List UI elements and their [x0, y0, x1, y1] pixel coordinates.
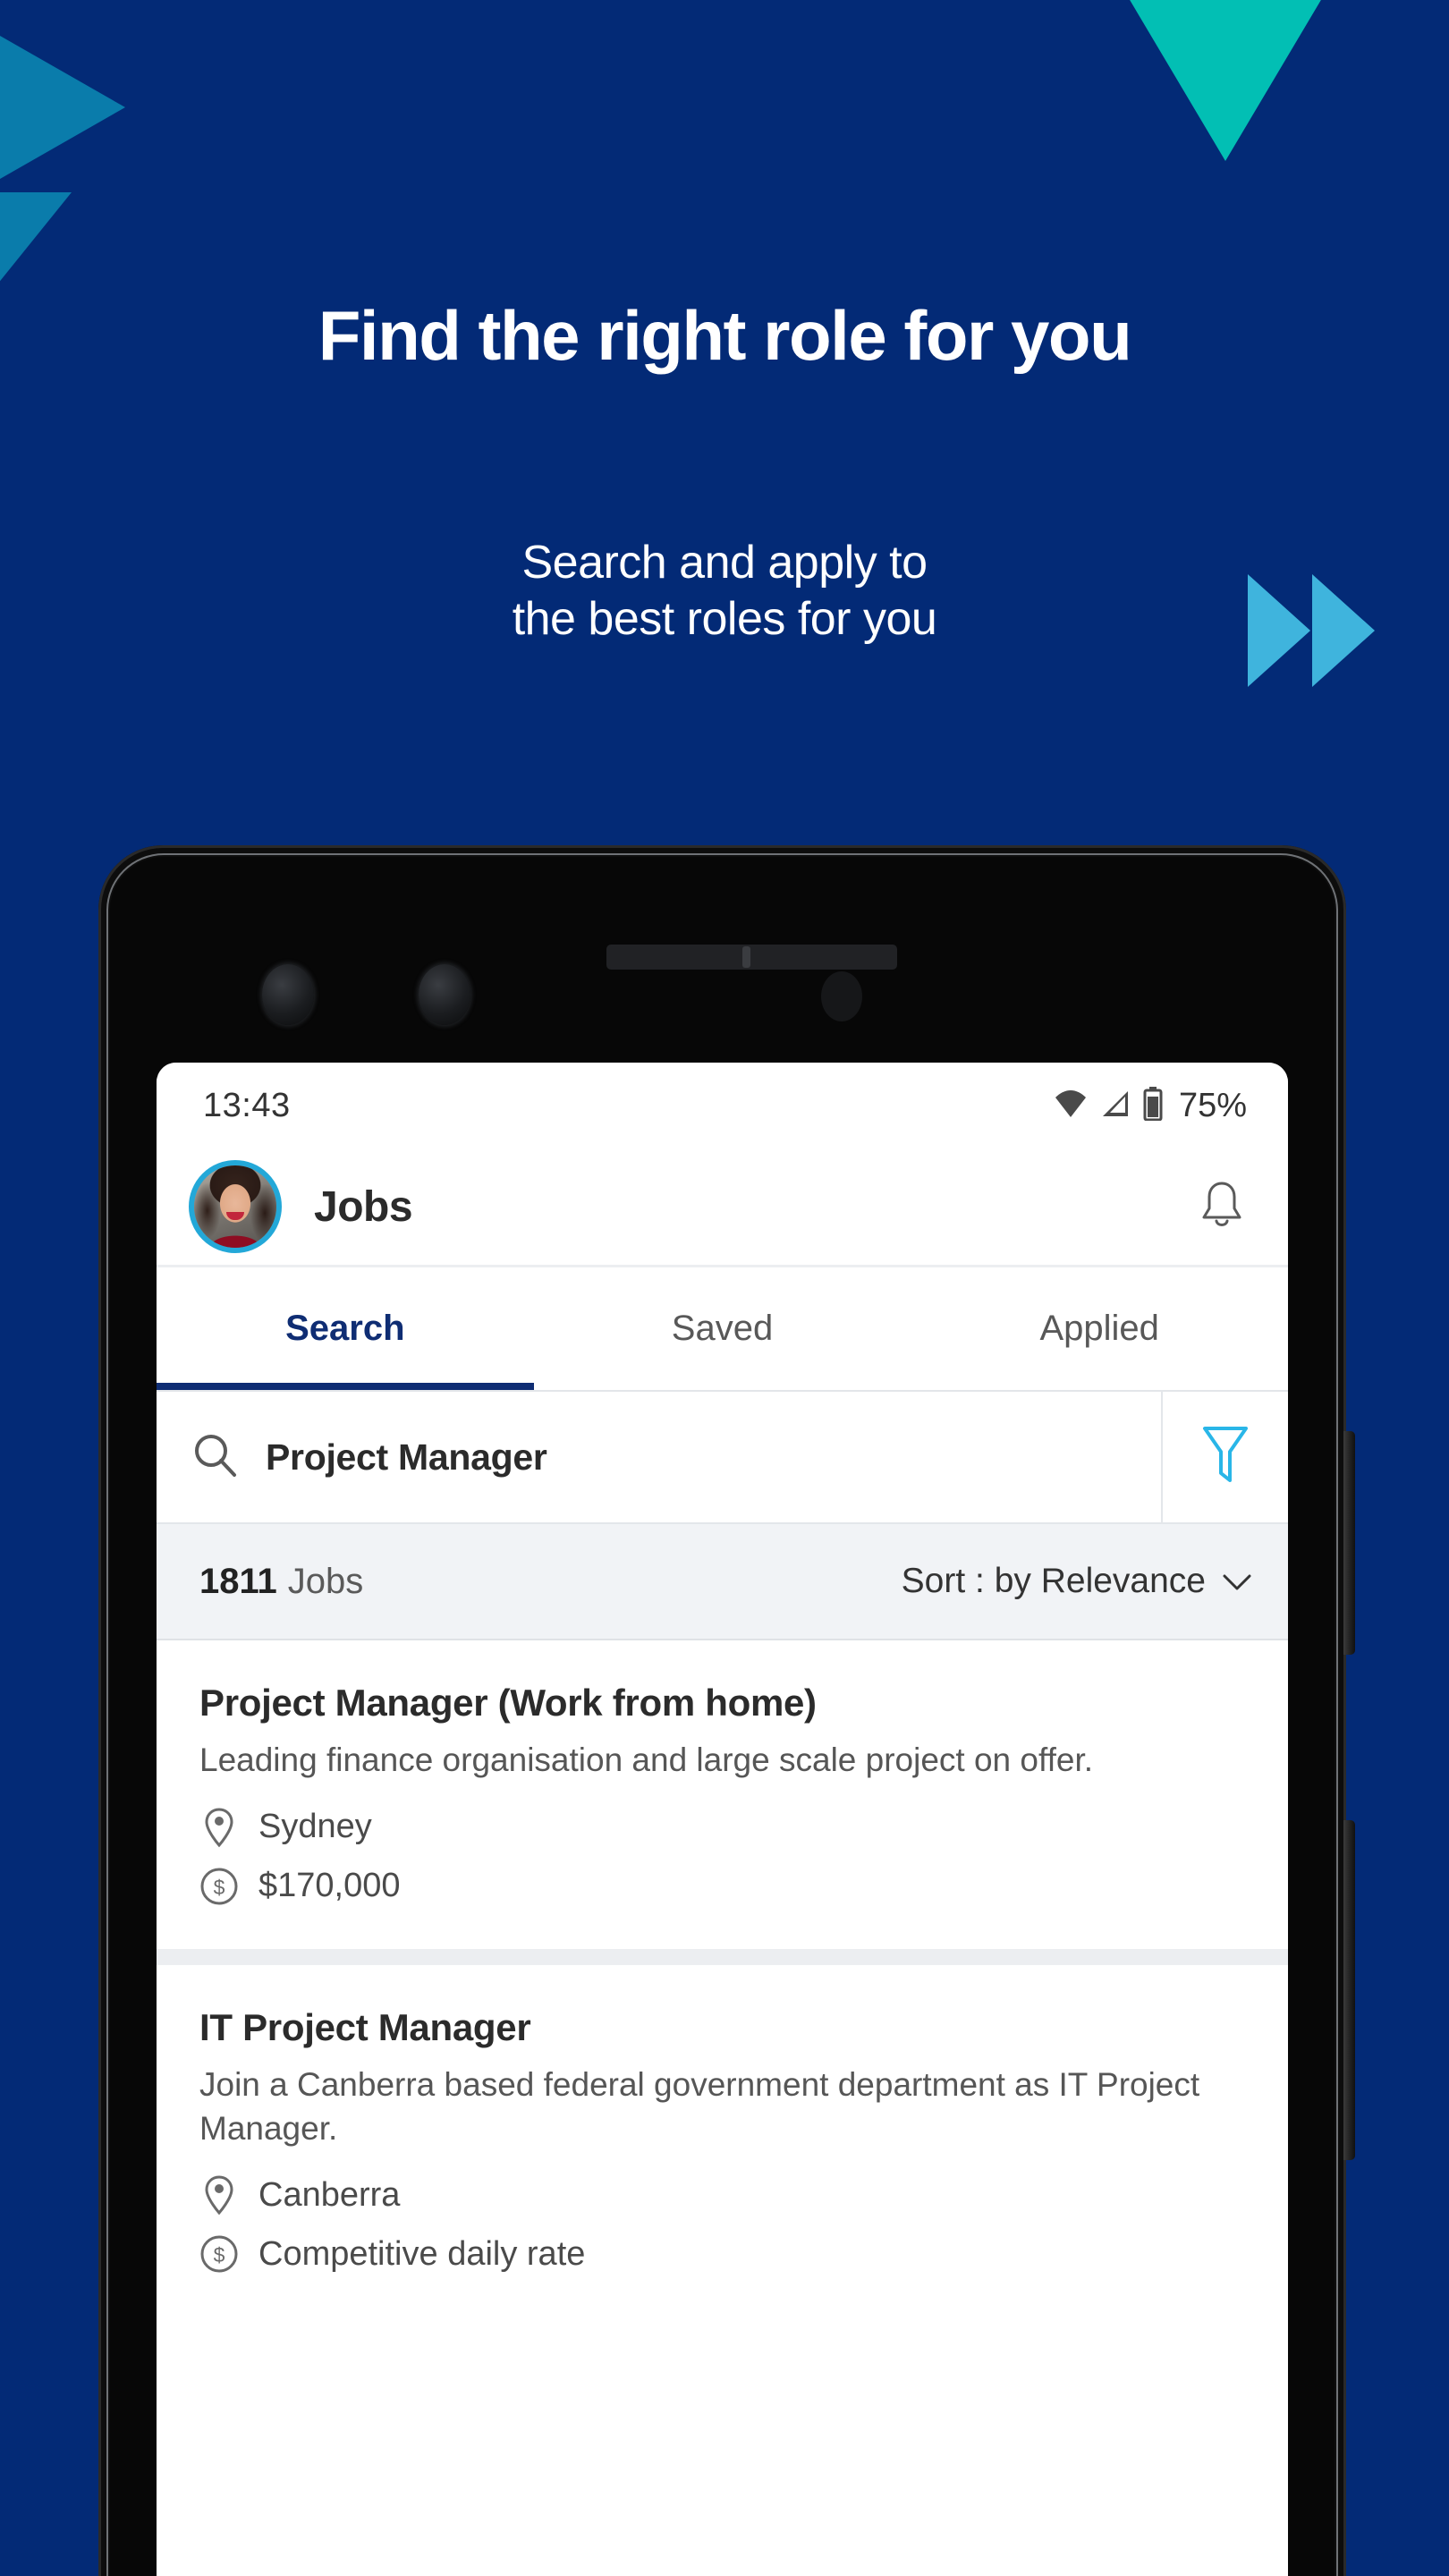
- filter-funnel-icon: [1199, 1423, 1251, 1492]
- results-count-label: Jobs: [287, 1561, 364, 1601]
- phone-body: 13:43 75% Jobs Search Saved Applied Proj…: [110, 857, 1335, 2576]
- job-list-item[interactable]: Project Manager (Work from home) Leading…: [157, 1640, 1288, 1949]
- battery-percent: 75%: [1178, 1086, 1247, 1124]
- double-chevron-right-icon: [1246, 572, 1376, 689]
- svg-text:$: $: [214, 2243, 225, 2267]
- job-title: IT Project Manager: [199, 2005, 531, 2048]
- promo-subheadline-line-2: the best roles for you: [512, 593, 937, 646]
- dollar-circle-icon: $: [199, 2233, 239, 2275]
- job-location-row: Canberra: [199, 2174, 1245, 2216]
- job-title: Project Manager (Work from home): [199, 1682, 817, 1724]
- tab-search[interactable]: Search: [157, 1267, 534, 1390]
- results-bar: 1811 Jobs Sort : by Relevance: [157, 1524, 1288, 1640]
- earpiece-speaker: [606, 945, 897, 970]
- search-input-value: Project Manager: [266, 1436, 547, 1478]
- dollar-circle-icon: $: [199, 1865, 239, 1908]
- job-location: Sydney: [258, 1808, 372, 1846]
- promo-headline: Find the right role for you: [318, 296, 1132, 375]
- svg-text:$: $: [214, 1876, 225, 1899]
- top-triangle-decoration: [1055, 0, 1395, 161]
- filter-button[interactable]: [1161, 1392, 1288, 1522]
- battery-icon: [1143, 1086, 1163, 1125]
- job-salary-row: $ $170,000: [199, 1865, 1245, 1908]
- phone-mockup: 13:43 75% Jobs Search Saved Applied Proj…: [98, 845, 1355, 2576]
- search-row: Project Manager: [157, 1390, 1288, 1524]
- job-salary-row: $ Competitive daily rate: [199, 2233, 1245, 2275]
- cellular-signal-icon: [1100, 1089, 1131, 1123]
- sort-dropdown[interactable]: Sort : by Relevance: [902, 1562, 1252, 1601]
- job-description: Leading finance organisation and large s…: [199, 1741, 1094, 1778]
- job-location-row: Sydney: [199, 1806, 1245, 1849]
- job-salary: Competitive daily rate: [258, 2234, 586, 2273]
- avatar[interactable]: [189, 1160, 282, 1253]
- location-pin-icon: [199, 2174, 239, 2216]
- phone-screen: 13:43 75% Jobs Search Saved Applied Proj…: [157, 1063, 1288, 2576]
- results-count-number: 1811: [199, 1561, 277, 1601]
- results-count: 1811 Jobs: [199, 1562, 363, 1602]
- sort-dropdown-label: Sort : by Relevance: [901, 1562, 1206, 1600]
- status-time: 13:43: [203, 1086, 291, 1124]
- promo-screenshot: Find the right role for you Search and a…: [0, 0, 1449, 2576]
- job-salary: $170,000: [258, 1867, 401, 1905]
- proximity-sensor: [821, 971, 862, 1021]
- avatar-photo: [194, 1165, 276, 1248]
- job-list-item[interactable]: IT Project Manager Join a Canberra based…: [157, 1964, 1288, 2318]
- status-icon-group: 75%: [1054, 1086, 1247, 1125]
- tab-saved[interactable]: Saved: [534, 1267, 911, 1390]
- search-input[interactable]: Project Manager: [157, 1392, 1161, 1522]
- power-button[interactable]: [1343, 1820, 1355, 2160]
- tab-applied[interactable]: Applied: [911, 1267, 1288, 1390]
- wifi-icon: [1054, 1089, 1088, 1123]
- location-pin-icon: [199, 1806, 239, 1849]
- front-camera-icon: [419, 964, 470, 1025]
- speaker-grill-dot: [742, 946, 750, 968]
- page-title: Jobs: [314, 1182, 413, 1231]
- front-camera-icon: [262, 964, 314, 1025]
- promo-subheadline: Search and apply to the best roles for y…: [0, 535, 1449, 648]
- volume-button[interactable]: [1343, 1431, 1355, 1655]
- tab-bar: Search Saved Applied: [157, 1265, 1288, 1390]
- promo-subheadline-line-1: Search and apply to: [521, 537, 928, 589]
- job-list: Project Manager (Work from home) Leading…: [157, 1640, 1288, 2318]
- search-icon: [192, 1432, 239, 1483]
- job-description: Join a Canberra based federal government…: [199, 2065, 1200, 2147]
- status-bar: 13:43 75%: [157, 1063, 1288, 1148]
- app-header: Jobs: [157, 1148, 1288, 1265]
- bell-icon[interactable]: [1197, 1178, 1247, 1236]
- job-location: Canberra: [258, 2175, 401, 2214]
- chevron-down-icon: [1222, 1562, 1252, 1601]
